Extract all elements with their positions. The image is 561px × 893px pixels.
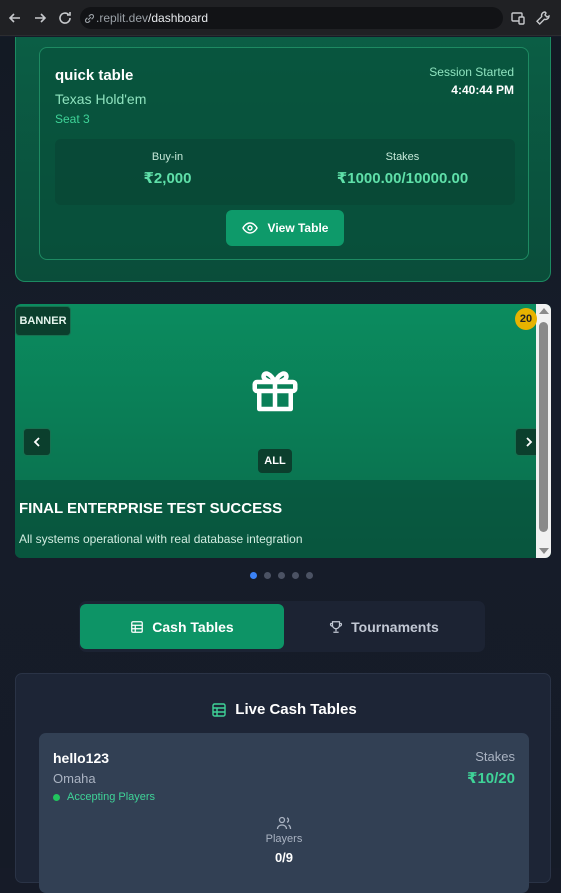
dashboard-page: quick table Texas Hold'em Seat 3 Session… bbox=[0, 37, 561, 893]
cash-table-status: Accepting Players bbox=[53, 791, 155, 803]
banner-category-badge: ALL bbox=[258, 449, 292, 473]
status-text: Accepting Players bbox=[67, 791, 156, 803]
notification-count-badge: 20 bbox=[515, 308, 537, 330]
cash-table-card[interactable]: hello123 Omaha Accepting Players Stakes … bbox=[39, 733, 529, 893]
status-dot bbox=[53, 793, 60, 801]
cash-table-stakes-label: Stakes bbox=[475, 749, 515, 764]
tab-tournaments[interactable]: Tournaments bbox=[284, 604, 484, 649]
url-text: .replit.dev/dashboard bbox=[96, 11, 209, 25]
trophy-icon bbox=[330, 620, 343, 633]
carousel-dots bbox=[250, 572, 313, 579]
active-session-card: quick table Texas Hold'em Seat 3 Session… bbox=[15, 37, 551, 282]
banner-description: All systems operational with real databa… bbox=[19, 532, 303, 546]
forward-arrow-icon[interactable] bbox=[32, 10, 48, 26]
session-details: quick table Texas Hold'em Seat 3 Session… bbox=[39, 47, 529, 260]
users-icon bbox=[276, 816, 292, 830]
stakes-value: ₹1000.00/10000.00 bbox=[336, 170, 469, 187]
scroll-thumb[interactable] bbox=[539, 322, 548, 532]
tab-cash-label: Cash Tables bbox=[152, 618, 234, 635]
chevron-right-icon bbox=[526, 437, 533, 447]
session-started-time: 4:40:44 PM bbox=[451, 83, 514, 97]
banner-tag: BANNER bbox=[15, 306, 71, 336]
cash-table-name: hello123 bbox=[53, 750, 110, 766]
session-game-type: Texas Hold'em bbox=[55, 91, 147, 107]
table-grid-icon bbox=[131, 620, 144, 633]
chevron-left-icon bbox=[33, 437, 40, 447]
scroll-up-arrow[interactable] bbox=[539, 308, 549, 314]
banner-title: FINAL ENTERPRISE TEST SUCCESS bbox=[19, 500, 283, 517]
cash-table-game: Omaha bbox=[53, 771, 96, 786]
carousel-dot[interactable] bbox=[264, 572, 271, 579]
table-grid-icon bbox=[212, 702, 226, 717]
view-table-label: View Table bbox=[267, 221, 329, 235]
session-table-name: quick table bbox=[55, 67, 134, 84]
live-cash-tables-panel: Live Cash Tables hello123 Omaha Acceptin… bbox=[15, 673, 552, 893]
back-arrow-icon[interactable] bbox=[7, 10, 23, 26]
device-icon[interactable] bbox=[510, 10, 526, 26]
live-cash-tables-heading: Live Cash Tables bbox=[16, 701, 552, 718]
session-stats: Buy-in ₹2,000 Stakes ₹1000.00/10000.00 bbox=[55, 139, 515, 205]
carousel-dot[interactable] bbox=[278, 572, 285, 579]
carousel-dot[interactable] bbox=[292, 572, 299, 579]
cash-table-players-label: Players bbox=[265, 833, 303, 845]
eye-icon bbox=[241, 222, 258, 234]
table-type-tabs: Cash Tables Tournaments bbox=[79, 601, 485, 652]
carousel-dot[interactable] bbox=[306, 572, 313, 579]
tab-cash-tables[interactable]: Cash Tables bbox=[80, 604, 284, 649]
buyin-label: Buy-in bbox=[151, 151, 184, 163]
cash-table-stakes-value: ₹10/20 bbox=[467, 770, 515, 787]
banner-scrollbar[interactable] bbox=[536, 304, 551, 558]
browser-toolbar: .replit.dev/dashboard bbox=[0, 0, 561, 36]
live-title-text: Live Cash Tables bbox=[235, 701, 357, 718]
link-icon bbox=[85, 14, 94, 23]
view-table-button[interactable]: View Table bbox=[226, 210, 344, 246]
carousel-prev-button[interactable] bbox=[23, 428, 51, 456]
gift-icon bbox=[252, 371, 298, 412]
session-seat: Seat 3 bbox=[55, 112, 90, 126]
session-started-label: Session Started bbox=[429, 65, 514, 79]
banner-caption: FINAL ENTERPRISE TEST SUCCESS All system… bbox=[15, 480, 551, 558]
promo-banner-carousel: BANNER ALL FINAL ENTERPRISE TEST SUCCESS… bbox=[15, 304, 551, 558]
carousel-dot[interactable] bbox=[250, 572, 257, 579]
wrench-icon[interactable] bbox=[535, 10, 551, 26]
reload-icon[interactable] bbox=[57, 10, 73, 26]
stakes-label: Stakes bbox=[385, 151, 420, 163]
scroll-down-arrow[interactable] bbox=[539, 548, 549, 554]
tab-tournaments-label: Tournaments bbox=[351, 618, 439, 635]
buyin-value: ₹2,000 bbox=[143, 170, 192, 187]
cash-table-players-value: 0/9 bbox=[274, 850, 294, 865]
